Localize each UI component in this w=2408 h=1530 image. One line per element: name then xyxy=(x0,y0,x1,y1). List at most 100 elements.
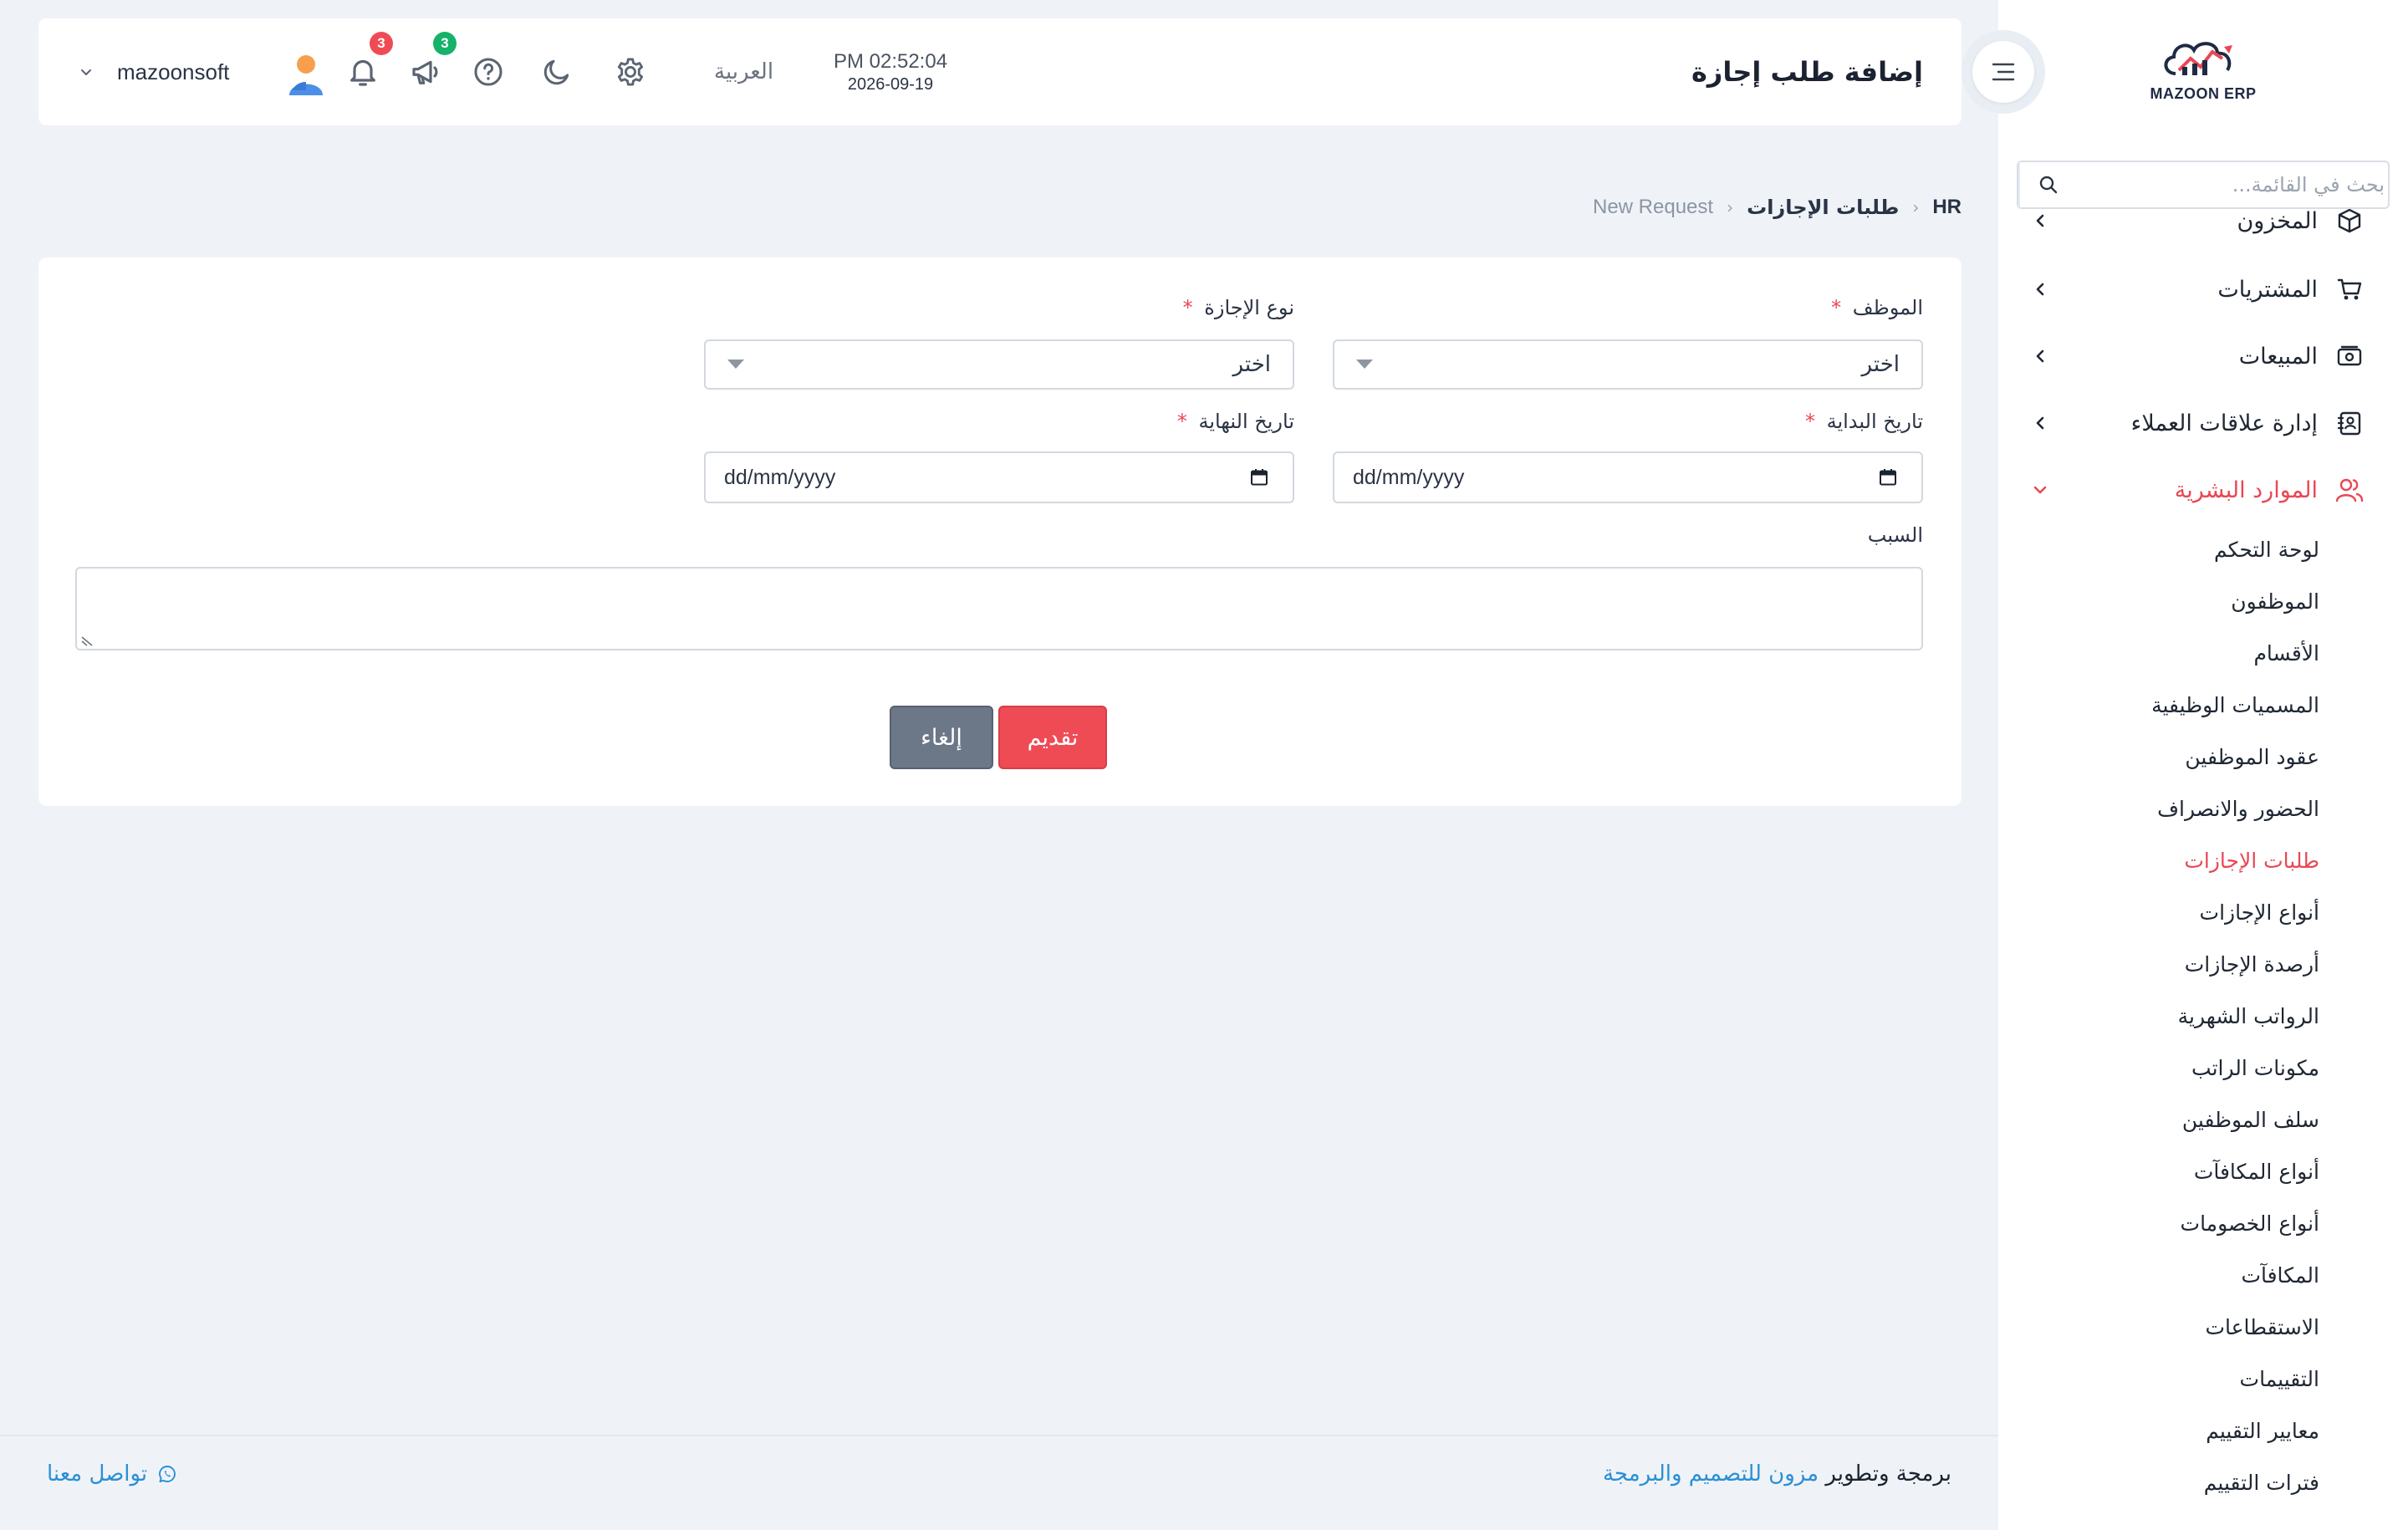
submenu-deductions[interactable]: الاستقطاعات xyxy=(2205,1307,2319,1349)
contact-link-label: تواصل معنا xyxy=(47,1461,148,1487)
submenu-payroll[interactable]: الرواتب الشهرية xyxy=(2178,996,2319,1038)
sidebar-item-crm[interactable]: إدارة علاقات العملاء xyxy=(2023,398,2366,448)
chevron-down-icon[interactable] xyxy=(79,65,94,80)
language-switch[interactable]: العربية xyxy=(714,18,773,125)
end-date-value: dd/mm/yyyy xyxy=(724,465,836,489)
search-icon[interactable] xyxy=(2018,162,2077,207)
username[interactable]: mazoonsoft xyxy=(117,18,229,125)
footer-credit-prefix: برمجة وتطوير xyxy=(1825,1461,1951,1487)
menu-icon xyxy=(1992,63,2015,81)
sidebar-item-purchases[interactable]: المشتريات xyxy=(2023,264,2366,314)
breadcrumb-root[interactable]: HR xyxy=(1932,196,1962,219)
employee-label: الموظف * xyxy=(1831,296,1923,319)
end-date-label-text: تاريخ النهاية xyxy=(1198,410,1294,433)
cart-icon xyxy=(2333,273,2366,306)
employee-label-text: الموظف xyxy=(1852,296,1923,319)
logo-text: MAZOON ERP xyxy=(2150,85,2257,102)
sidebar-toggle-button[interactable] xyxy=(1962,30,2045,114)
start-date-field[interactable]: dd/mm/yyyy xyxy=(1333,451,1923,503)
bell-icon[interactable]: 3 xyxy=(343,32,393,92)
page-title: إضافة طلب إجازة xyxy=(1691,56,1923,88)
submenu-departments[interactable]: الأقسام xyxy=(2253,633,2319,675)
end-date-label: تاريخ النهاية * xyxy=(1177,410,1294,433)
reason-label: السبب xyxy=(1867,523,1923,547)
whatsapp-icon xyxy=(157,1464,177,1484)
users-icon xyxy=(2333,473,2366,507)
breadcrumb: HR ‹ طلبات الإجازات ‹ New Request xyxy=(1593,191,1962,224)
resize-handle-icon[interactable] xyxy=(80,634,94,647)
submenu-leave-requests[interactable]: طلبات الإجازات xyxy=(2184,840,2319,882)
required-mark: * xyxy=(1176,410,1187,433)
box-icon xyxy=(2333,209,2366,237)
submenu-advances[interactable]: سلف الموظفين xyxy=(2182,1099,2319,1141)
submenu-leave-types[interactable]: أنواع الإجازات xyxy=(2200,892,2319,934)
avatar[interactable] xyxy=(283,50,329,97)
clock-date: 2026-09-19 xyxy=(847,75,934,94)
submenu-job-titles[interactable]: المسميات الوظيفية xyxy=(2151,685,2319,727)
cancel-button[interactable]: إلغاء xyxy=(890,706,993,769)
submenu-salary-components[interactable]: مكونات الراتب xyxy=(2191,1048,2319,1089)
submenu-leave-balances[interactable]: أرصدة الإجازات xyxy=(2185,944,2319,986)
chevron-left-icon xyxy=(2023,339,2057,373)
leave-request-form: الموظف * اختر نوع الإجازة * اختر تاريخ ا… xyxy=(38,258,1962,806)
leave-type-label: نوع الإجازة * xyxy=(1183,296,1294,319)
help-icon[interactable] xyxy=(468,52,508,92)
settings-icon[interactable] xyxy=(610,52,650,92)
start-date-label: تاريخ البداية * xyxy=(1805,410,1923,433)
leave-type-select[interactable]: اختر xyxy=(704,339,1294,390)
chevron-left-icon xyxy=(2023,273,2057,306)
calendar-icon[interactable] xyxy=(1249,467,1269,487)
required-mark: * xyxy=(1804,410,1815,433)
end-date-field[interactable]: dd/mm/yyyy xyxy=(704,451,1294,503)
leave-type-label-text: نوع الإجازة xyxy=(1204,296,1294,319)
sidebar-item-label: المشتريات xyxy=(2217,276,2318,303)
sidebar-search xyxy=(2017,161,2390,209)
submenu-bonus-types[interactable]: أنواع المكافآت xyxy=(2194,1151,2319,1193)
sidebar-item-sales[interactable]: المبيعات xyxy=(2023,331,2366,381)
sidebar-item-label: المخزون xyxy=(2237,209,2318,234)
sidebar: MAZOON ERP المخزون المشتريات xyxy=(1998,0,2408,1530)
footer-credit: برمجة وتطوير مزون للتصميم والبرمجة xyxy=(1603,1461,1951,1487)
submenu-employees[interactable]: الموظفون xyxy=(2231,581,2319,623)
footer: برمجة وتطوير مزون للتصميم والبرمجة تواصل… xyxy=(0,1435,1998,1530)
submenu-attendance[interactable]: الحضور والانصراف xyxy=(2157,788,2319,830)
megaphone-icon[interactable]: 3 xyxy=(406,32,457,92)
chevron-left-icon: ‹ xyxy=(1727,197,1734,217)
contact-link[interactable]: تواصل معنا xyxy=(47,1461,177,1487)
logo[interactable]: MAZOON ERP xyxy=(1998,33,2408,117)
cash-icon xyxy=(2333,339,2366,373)
sidebar-item-inventory[interactable]: المخزون xyxy=(2023,209,2366,246)
sidebar-item-hr[interactable]: الموارد البشرية xyxy=(2023,465,2366,515)
clock-time: PM 02:52:04 xyxy=(833,50,948,73)
notifications-badge: 3 xyxy=(370,32,393,55)
employee-select[interactable]: اختر xyxy=(1333,339,1923,390)
submenu-evaluation-periods[interactable]: فترات التقييم xyxy=(2204,1462,2319,1504)
caret-down-icon xyxy=(1356,360,1373,369)
sidebar-item-label: إدارة علاقات العملاء xyxy=(2130,410,2318,436)
sidebar-menu: المخزون المشتريات المبيعات إدارة علاقات … xyxy=(1998,209,2408,1505)
chevron-down-icon xyxy=(2023,473,2057,507)
clock: PM 02:52:04 2026-09-19 xyxy=(794,50,987,94)
caret-down-icon xyxy=(727,360,744,369)
employee-select-value: اختر xyxy=(1861,352,1900,377)
start-date-label-text: تاريخ البداية xyxy=(1826,410,1923,433)
breadcrumb-section[interactable]: طلبات الإجازات xyxy=(1747,196,1899,219)
reason-textarea[interactable] xyxy=(75,567,1923,650)
dark-mode-icon[interactable] xyxy=(537,52,577,92)
required-mark: * xyxy=(1831,296,1842,319)
announcements-badge: 3 xyxy=(433,32,457,55)
calendar-icon[interactable] xyxy=(1878,467,1898,487)
submenu-deduction-types[interactable]: أنواع الخصومات xyxy=(2181,1203,2319,1245)
footer-credit-link[interactable]: مزون للتصميم والبرمجة xyxy=(1603,1461,1819,1487)
submenu-evaluations[interactable]: التقييمات xyxy=(2240,1359,2319,1400)
submit-button[interactable]: تقديم xyxy=(998,706,1107,769)
chevron-left-icon xyxy=(2023,406,2057,440)
submenu-evaluation-criteria[interactable]: معايير التقييم xyxy=(2206,1410,2319,1452)
submenu-dashboard[interactable]: لوحة التحكم xyxy=(2214,529,2319,571)
submenu-contracts[interactable]: عقود الموظفين xyxy=(2185,737,2319,778)
required-mark: * xyxy=(1182,296,1193,319)
submenu-bonuses[interactable]: المكافآت xyxy=(2241,1255,2319,1297)
leave-type-select-value: اختر xyxy=(1232,352,1272,377)
sidebar-item-label: المبيعات xyxy=(2238,343,2318,370)
sidebar-search-input[interactable] xyxy=(2077,162,2388,207)
